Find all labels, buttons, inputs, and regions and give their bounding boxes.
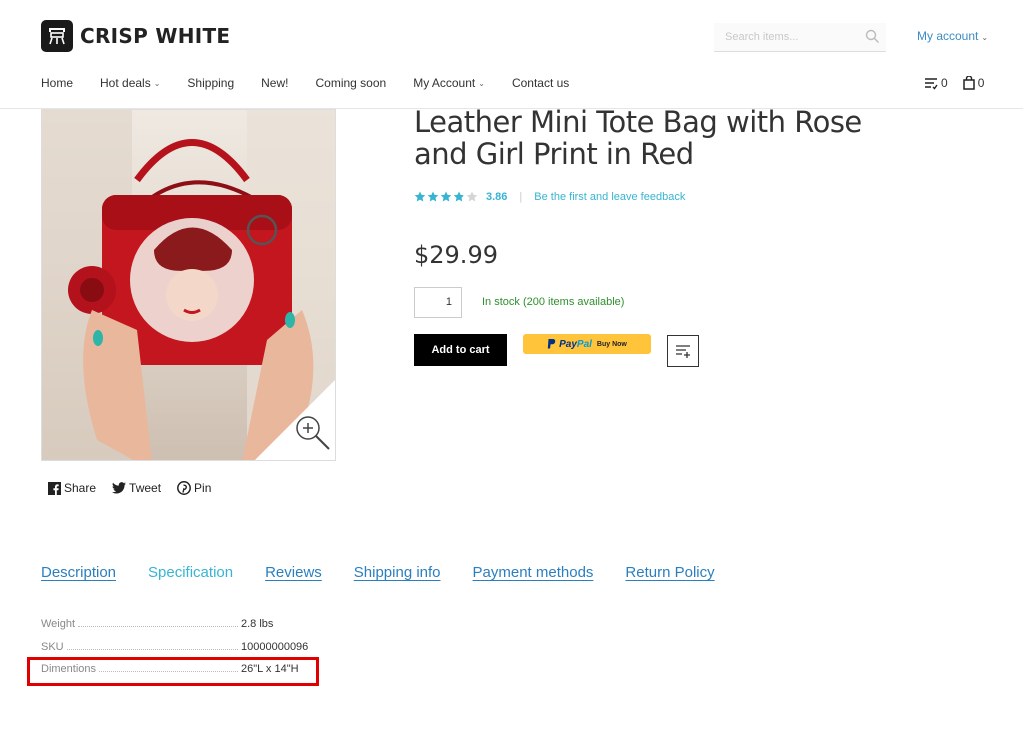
share-label: Share (64, 481, 97, 495)
highlight-box (27, 657, 319, 686)
rating-stars (414, 191, 478, 203)
star-icon (427, 191, 439, 202)
paypal-buy-now-text: Buy Now (596, 340, 627, 348)
nav-item-home[interactable]: Home (41, 76, 73, 90)
tab-shipping-info[interactable]: Shipping info (354, 564, 441, 581)
tab-return-policy[interactable]: Return Policy (625, 564, 714, 581)
zoom-in-icon[interactable] (293, 413, 333, 458)
star-icon (440, 191, 452, 202)
star-icon (453, 191, 465, 202)
nav-label: Shipping (187, 76, 235, 90)
spec-value: 2.8 lbs (241, 618, 274, 630)
rating-value: 3.86 (486, 191, 508, 203)
nav-label: Contact us (511, 76, 570, 90)
facebook-icon (48, 481, 61, 495)
share-pinterest-button[interactable]: Pin (177, 481, 211, 495)
tab-reviews[interactable]: Reviews (265, 564, 322, 581)
logo-icon (41, 20, 73, 52)
chevron-down-icon: ⌄ (153, 78, 161, 88)
wishlist-icon (925, 77, 938, 90)
share-bar: Share Tweet Pin (48, 481, 227, 495)
nav-label: New! (261, 76, 289, 90)
nav-item-shipping[interactable]: Shipping (187, 76, 234, 90)
pinterest-icon (177, 481, 191, 495)
paypal-pay-text: Pay (559, 338, 577, 350)
search-icon[interactable] (865, 29, 880, 49)
cart-count: 0 (977, 76, 985, 90)
star-icon (466, 191, 478, 202)
quantity-input[interactable]: 1 (414, 287, 462, 318)
nav-item-new[interactable]: New! (261, 76, 288, 90)
product-title: Leather Mini Tote Bag with Rose and Girl… (414, 105, 862, 171)
my-account-link[interactable]: My account ⌄ (917, 29, 988, 43)
tab-payment-methods[interactable]: Payment methods (473, 564, 594, 581)
chevron-down-icon: ⌄ (478, 78, 485, 88)
product-price: $29.99 (414, 241, 498, 269)
add-to-list-icon (676, 345, 690, 358)
nav-item-coming-soon[interactable]: Coming soon (315, 76, 386, 90)
rating-divider: | (519, 191, 523, 203)
spec-leader-dots (66, 641, 238, 650)
product-tabs: Description Specification Reviews Shippi… (41, 564, 747, 581)
paypal-icon (547, 339, 556, 349)
twitter-icon (112, 482, 127, 494)
site-header: CRISP WHITE My account⌄ Home Hot deals⌄ … (0, 0, 1023, 109)
product-image[interactable] (41, 109, 336, 461)
paypal-pal-text: Pal (576, 338, 592, 350)
spec-label: Weight (41, 618, 76, 630)
nav-label: Hot deals (100, 76, 151, 90)
spec-row-sku: SKU 10000000096 (41, 641, 321, 653)
cart-button[interactable]: 0 (962, 76, 985, 90)
my-account-label: My account (917, 29, 979, 43)
share-label: Tweet (129, 481, 162, 495)
nav-label: Coming soon (315, 76, 387, 90)
add-to-cart-button[interactable]: Add to cart (414, 334, 507, 366)
wishlist-count: 0 (941, 76, 948, 90)
nav-item-hot-deals[interactable]: Hot deals ⌄ (100, 76, 160, 90)
brand-name: CRISP WHITE (80, 24, 231, 48)
tab-description[interactable]: Description (41, 564, 116, 581)
spec-label-wrap: Weight (41, 618, 241, 630)
nav-item-contact-us[interactable]: Contact us (512, 76, 569, 90)
search-box (714, 23, 886, 52)
nav-label: My Account (413, 76, 476, 90)
share-facebook-button[interactable]: Share (48, 481, 96, 495)
add-to-wishlist-button[interactable] (667, 335, 699, 367)
paypal-buy-now-button[interactable]: Pay Pal Buy Now (523, 334, 651, 354)
nav-label: Home (41, 76, 74, 90)
brand-logo[interactable]: CRISP WHITE (41, 20, 230, 52)
search-input[interactable] (714, 23, 854, 50)
tab-specification[interactable]: Specification (148, 564, 233, 581)
shopping-bag-icon (962, 76, 975, 90)
star-icon (414, 191, 426, 202)
header-icons: 0 0 (924, 76, 999, 90)
spec-label-wrap: SKU (41, 641, 241, 653)
chevron-down-icon: ⌄ (981, 33, 989, 42)
share-twitter-button[interactable]: Tweet (112, 481, 161, 495)
stock-status: In stock (200 items available) (482, 296, 625, 308)
main-nav: Home Hot deals ⌄ Shipping New! Coming soo… (41, 76, 596, 90)
spec-value: 10000000096 (241, 641, 309, 653)
spec-label: SKU (41, 641, 64, 653)
leave-feedback-link[interactable]: Be the first and leave feedback (534, 191, 685, 203)
wishlist-button[interactable]: 0 (924, 76, 948, 90)
spec-leader-dots (78, 618, 238, 627)
nav-item-my-account[interactable]: My Account ⌄ (413, 76, 485, 90)
product-rating: 3.86 | Be the first and leave feedback (414, 191, 685, 203)
spec-row-weight: Weight 2.8 lbs (41, 618, 321, 630)
share-label: Pin (194, 481, 212, 495)
